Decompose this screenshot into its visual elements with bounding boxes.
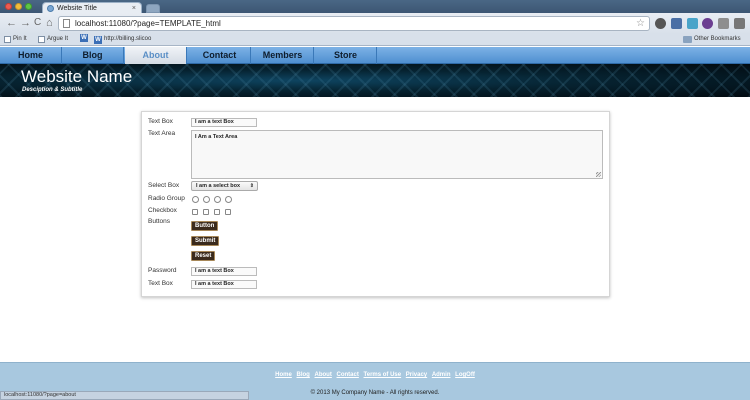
other-bookmarks[interactable]: Other Bookmarks [683,34,741,45]
select-box[interactable]: I am a select box ⇕ [191,181,258,191]
radio-button[interactable] [214,196,221,203]
back-icon[interactable]: ← [6,17,17,29]
button-button[interactable]: Button [191,221,219,231]
checkbox[interactable] [203,209,209,215]
bookmarks-bar: Pin It Argue It W W http://billing.slico… [0,34,750,46]
radio-button[interactable] [225,196,232,203]
extension-icon[interactable] [671,18,682,29]
footer-link-admin[interactable]: Admin [432,372,451,378]
bookmark-item[interactable]: W http://billing.slicoo [94,34,151,45]
footer-link-terms[interactable]: Terms of Use [364,372,402,378]
resize-grip-icon[interactable] [596,172,601,177]
password-input[interactable]: I am a text Box [191,267,257,276]
site-subtitle: Desciption & Subtitle [22,87,83,93]
bookmark-item[interactable]: Argue It [38,34,68,45]
page-icon [63,19,70,28]
maximize-window-button[interactable] [25,3,32,10]
home-icon[interactable]: ⌂ [46,17,53,29]
buttons-label: Buttons [148,218,171,225]
globe-icon [47,5,54,12]
text-area-input[interactable]: I Am a Text Area [191,130,603,179]
submit-button[interactable]: Submit [191,236,220,246]
close-window-button[interactable] [5,3,12,10]
radio-button[interactable] [192,196,199,203]
bookmark-item[interactable]: Pin It [4,34,27,45]
text-box-input-2[interactable]: I am a text Box [191,280,257,289]
select-value: I am a select box [196,183,241,189]
w-icon: W [94,35,102,44]
extension-icon[interactable] [687,18,698,29]
browser-toolbar: ← → C ⌂ localhost:11080/?page=TEMPLATE_h… [0,13,750,34]
extension-icon[interactable] [702,18,713,29]
radio-button[interactable] [203,196,210,203]
gear-icon[interactable] [655,18,666,29]
bookmark-item[interactable]: W [80,34,88,42]
new-tab-button[interactable] [146,4,160,13]
menu-icon[interactable] [734,18,745,29]
footer-link-logoff[interactable]: LogOff [455,372,475,378]
site-nav: Home Blog About Contact Members Store [0,47,750,64]
textbox2-label: Text Box [148,280,173,287]
footer-link-contact[interactable]: Contact [337,372,359,378]
text-box-input[interactable]: I am a text Box [191,118,257,127]
nav-about[interactable]: About [125,47,187,64]
nav-home[interactable]: Home [0,47,62,64]
textbox-label: Text Box [148,118,173,125]
folder-icon [683,36,692,43]
minimize-window-button[interactable] [15,3,22,10]
site-title: Website Name [21,67,133,86]
extension-icon[interactable] [718,18,729,29]
nav-members[interactable]: Members [252,47,314,64]
form-panel: Text Box I am a text Box Text Area I Am … [141,111,610,297]
select-arrows-icon: ⇕ [249,183,254,189]
page-icon [4,36,11,43]
nav-blog[interactable]: Blog [62,47,124,64]
forward-icon[interactable]: → [20,17,31,29]
browser-titlebar: Website Title × [0,0,750,14]
checkbox[interactable] [192,209,198,215]
footer-link-about[interactable]: About [315,372,332,378]
nav-store[interactable]: Store [315,47,377,64]
textarea-value: I Am a Text Area [195,134,238,140]
checkbox-label: Checkbox [148,207,177,214]
page-icon [38,36,45,43]
footer-link-privacy[interactable]: Privacy [406,372,427,378]
checkbox[interactable] [214,209,220,215]
reload-icon[interactable]: C [34,17,41,29]
address-bar[interactable]: localhost:11080/?page=TEMPLATE_html ☆ [58,16,650,31]
tab-title: Website Title [57,5,97,12]
textarea-label: Text Area [148,130,176,137]
footer-links: Home Blog About Contact Terms of Use Pri… [0,372,750,378]
site-header: Website Name Desciption & Subtitle [0,64,750,97]
radio-group-label: Radio Group [148,195,185,202]
footer-link-home[interactable]: Home [275,372,292,378]
password-label: Password [148,267,177,274]
checkbox[interactable] [225,209,231,215]
browser-status-bar: localhost:11080/?page=about [0,391,249,400]
footer-link-blog[interactable]: Blog [297,372,310,378]
nav-contact[interactable]: Contact [189,47,251,64]
w-icon: W [80,34,88,42]
url-text: localhost:11080/?page=TEMPLATE_html [75,19,221,28]
bookmark-star-icon[interactable]: ☆ [636,17,645,30]
reset-button[interactable]: Reset [191,251,216,261]
select-label: Select Box [148,182,180,189]
